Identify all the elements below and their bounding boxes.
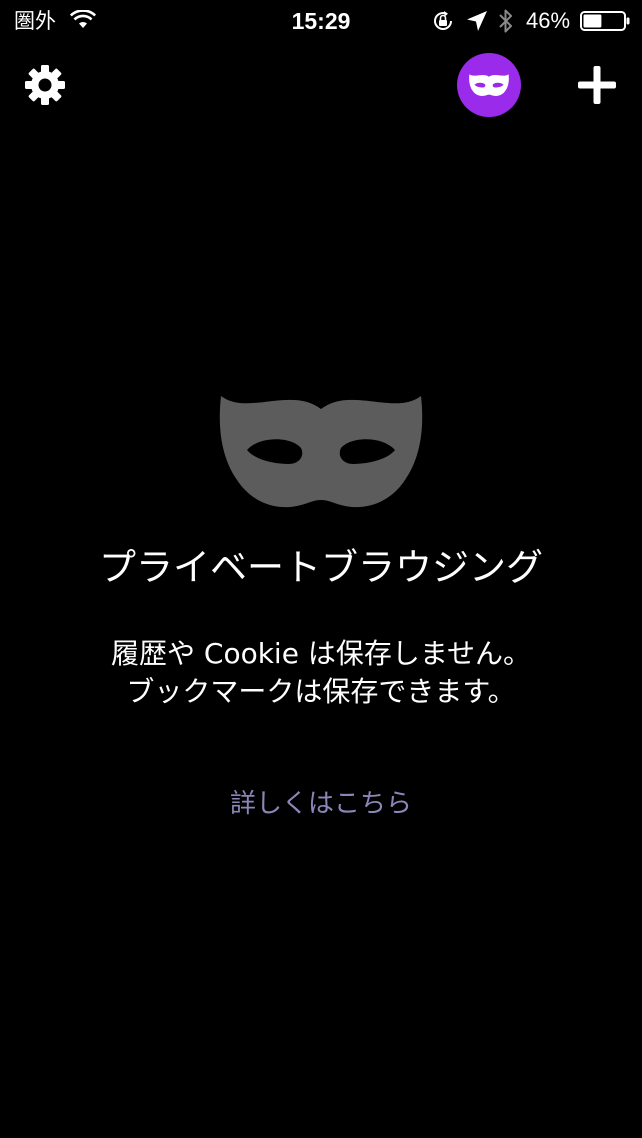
location-icon — [467, 11, 487, 31]
battery-icon — [580, 11, 630, 31]
description-line-1: 履歴や Cookie は保存しません。 — [111, 637, 531, 670]
learn-more-link[interactable]: 詳しくはこちら — [0, 786, 642, 822]
plus-icon — [578, 66, 616, 104]
mask-icon — [469, 74, 509, 97]
description-line-2: ブックマークは保存できます。 — [126, 675, 516, 708]
settings-button[interactable] — [22, 62, 68, 108]
add-tab-button[interactable] — [574, 62, 620, 108]
bluetooth-icon — [499, 9, 512, 33]
battery-percent: 46% — [526, 8, 571, 33]
orientation-lock-icon — [434, 11, 452, 30]
mask-illustration-icon — [219, 396, 423, 508]
description: 履歴や Cookie は保存しません。 ブックマークは保存できます。 — [0, 635, 642, 711]
gear-icon — [25, 65, 65, 105]
status-bar: 圏外 15:29 46% — [0, 0, 642, 42]
page-title: プライベートブラウジング — [99, 546, 543, 589]
private-mode-button[interactable] — [457, 53, 521, 117]
